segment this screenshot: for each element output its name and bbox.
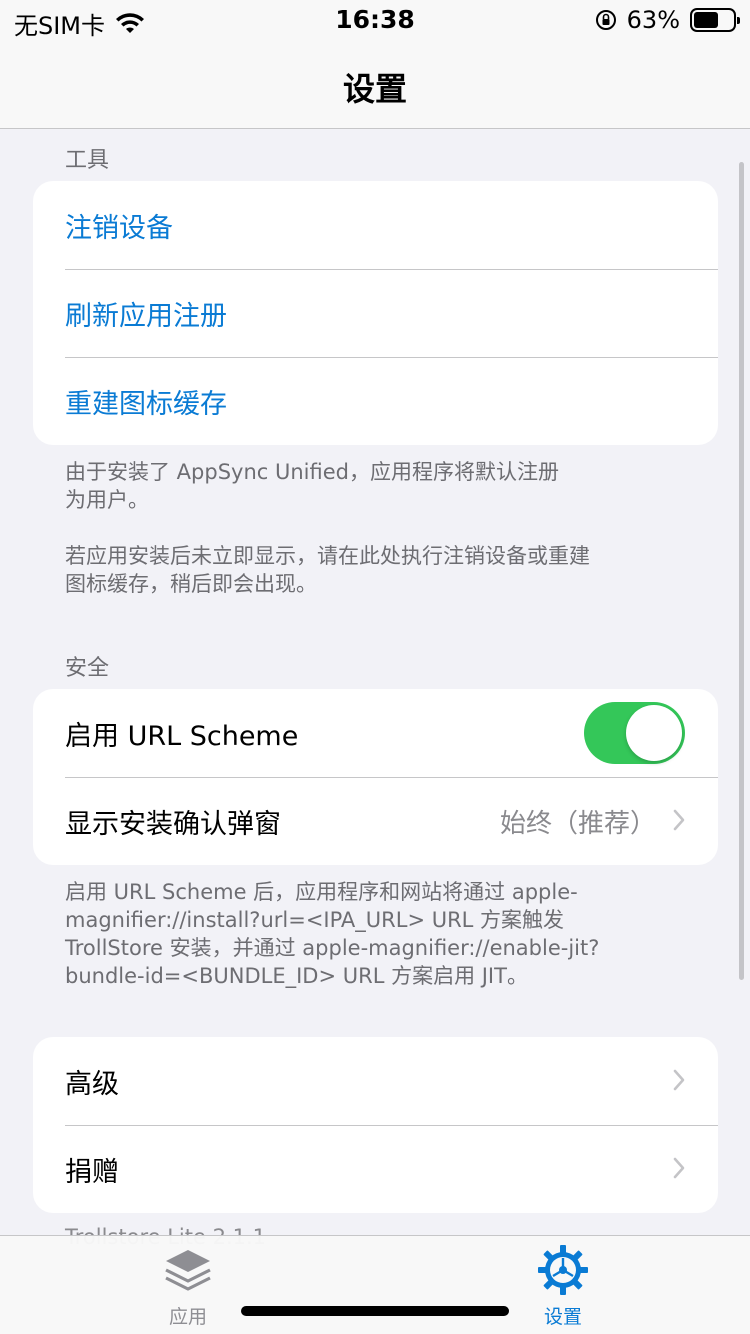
more-group: 高级 捐赠 [33, 1037, 718, 1213]
gear-icon [538, 1245, 588, 1295]
respring-button[interactable]: 注销设备 [33, 181, 718, 269]
chevron-right-icon [673, 809, 685, 831]
tab-apps-label: 应用 [168, 1306, 207, 1328]
page-title: 设置 [342, 70, 407, 108]
url-scheme-row: 启用 URL Scheme [33, 689, 718, 777]
tab-settings[interactable]: 设置 [503, 1244, 623, 1329]
chevron-right-icon [673, 1069, 685, 1091]
refresh-app-registrations-label: 刷新应用注册 [65, 300, 227, 332]
battery-fill [694, 12, 718, 28]
respring-label: 注销设备 [65, 212, 173, 244]
rebuild-icon-cache-button[interactable]: 重建图标缓存 [33, 357, 718, 445]
advanced-label: 高级 [65, 1068, 119, 1100]
tab-bar: 应用 设置 [0, 1235, 750, 1334]
home-indicator[interactable] [241, 1306, 509, 1316]
donate-label: 捐赠 [65, 1156, 119, 1188]
tools-footer: 由于安装了 AppSync Unified，应用程序将默认注册 为用户。 若应用… [65, 460, 590, 596]
section-header-security: 安全 [65, 656, 110, 681]
orientation-lock-icon [595, 10, 616, 30]
security-footer: 启用 URL Scheme 后，应用程序和网站将通过 apple- magnif… [65, 880, 600, 988]
security-group: 启用 URL Scheme 显示安装确认弹窗 始终（推荐） [33, 689, 718, 865]
toggle-knob [626, 705, 682, 761]
tab-settings-label: 设置 [543, 1306, 582, 1328]
rebuild-icon-cache-label: 重建图标缓存 [65, 388, 227, 420]
tools-group: 注销设备 刷新应用注册 重建图标缓存 [33, 181, 718, 445]
url-scheme-label: 启用 URL Scheme [65, 720, 299, 752]
url-scheme-toggle[interactable] [584, 702, 685, 764]
install-prompt-value: 始终（推荐） [499, 808, 656, 839]
install-prompt-row[interactable]: 显示安装确认弹窗 始终（推荐） [33, 777, 718, 865]
battery-icon [690, 8, 740, 32]
tab-apps[interactable]: 应用 [128, 1244, 248, 1329]
chevron-right-icon [673, 1157, 685, 1179]
navigation-bar: 设置 [0, 42, 750, 129]
install-prompt-label: 显示安装确认弹窗 [65, 808, 281, 840]
refresh-app-registrations-button[interactable]: 刷新应用注册 [33, 269, 718, 357]
battery-percent: 63% [626, 6, 680, 34]
stack-icon [165, 1250, 211, 1291]
section-header-tools: 工具 [65, 148, 110, 173]
scroll-indicator[interactable] [739, 162, 744, 980]
advanced-row[interactable]: 高级 [33, 1037, 718, 1125]
status-bar: 无SIM卡 16:38 63% [0, 0, 750, 42]
donate-row[interactable]: 捐赠 [33, 1125, 718, 1213]
